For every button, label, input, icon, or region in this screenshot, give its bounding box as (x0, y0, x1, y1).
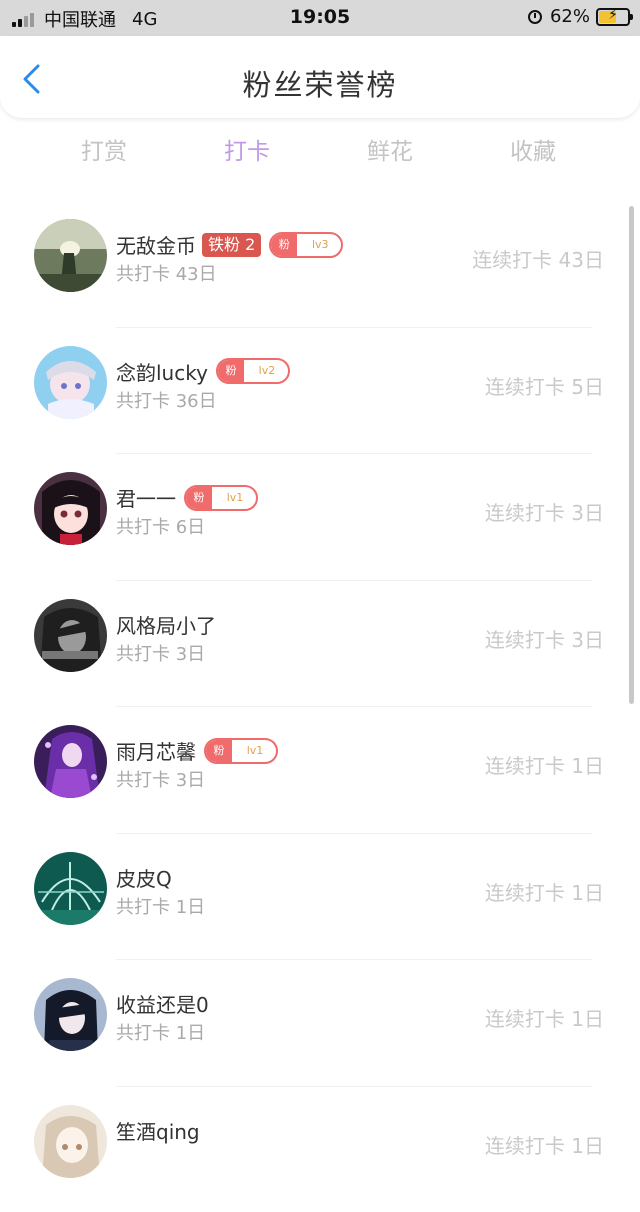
alarm-icon (527, 9, 542, 24)
list-item[interactable]: 无敌金币 铁粉 2 粉 lv3 共打卡 43日 连续打卡 43日 (0, 200, 640, 326)
name-line: 念韵lucky 粉 lv2 (116, 357, 290, 386)
user-name: 念韵lucky (116, 360, 208, 385)
iron-fan-badge: 铁粉 2 (202, 232, 262, 257)
avatar-image (34, 725, 107, 798)
total-checkins: 共打卡 1日 (116, 896, 206, 918)
avatar-image (34, 219, 107, 292)
user-name: 皮皮Q (116, 866, 172, 891)
tab-flowers[interactable]: 鲜花 (340, 132, 440, 166)
row-divider (116, 326, 592, 328)
tab-reward[interactable]: 打赏 (54, 132, 154, 166)
avatar-image (34, 851, 107, 925)
user-name: 收益还是0 (116, 993, 209, 1017)
list-item[interactable]: 念韵lucky 粉 lv2 共打卡 36日 连续打卡 5日 (0, 326, 640, 453)
name-line: 雨月芯馨粉 lv1 (116, 736, 278, 765)
avatar-image (34, 978, 107, 1051)
scrollbar[interactable] (629, 206, 634, 704)
tab-favorites[interactable]: 收藏 (483, 132, 583, 166)
total-checkins: 共打卡 43日 (116, 264, 217, 285)
user-name: 笙酒qing (116, 1119, 200, 1144)
streak-checkins: 连续打卡 1日 (484, 754, 604, 778)
total-checkins: 共打卡 3日 (116, 770, 206, 791)
streak-checkins: 连续打卡 43日 (472, 248, 604, 272)
avatar[interactable] (34, 472, 107, 545)
list-item[interactable]: 皮皮Q 共打卡 1日 连续打卡 1日 (0, 832, 640, 959)
fan-level-badge: 粉 lv3 (269, 231, 344, 258)
avatar-image (34, 472, 107, 545)
row-divider (116, 832, 592, 834)
page-title: 粉丝荣誉榜 (242, 68, 398, 102)
fan-level-badge: 粉 lv1 (184, 484, 258, 511)
list-item[interactable]: 收益还是0 共打卡 1日 连续打卡 1日 (0, 959, 640, 1085)
row-divider (116, 706, 592, 707)
row-divider (116, 453, 592, 454)
streak-checkins: 连续打卡 3日 (484, 501, 604, 525)
fan-level: lv1 (226, 490, 244, 504)
name-line: 风格局小了 (116, 610, 216, 639)
fan-level: lv3 (311, 237, 329, 251)
avatar[interactable] (34, 219, 107, 292)
fan-badge-label: 粉 (271, 233, 298, 256)
avatar[interactable] (34, 978, 107, 1051)
total-checkins: 共打卡 6日 (116, 517, 206, 538)
total-checkins: 共打卡 3日 (116, 643, 206, 665)
name-line: 君一一粉 lv1 (116, 483, 258, 512)
streak-checkins: 连续打卡 1日 (484, 1133, 604, 1158)
user-name: 风格局小了 (116, 613, 216, 638)
tab-checkin[interactable]: 打卡 (197, 132, 297, 166)
avatar[interactable] (34, 725, 107, 798)
fan-badge-label: 粉 (206, 739, 232, 762)
streak-checkins: 连续打卡 1日 (484, 1007, 604, 1031)
list-item[interactable]: 雨月芯馨粉 lv1 共打卡 3日 连续打卡 1日 (0, 706, 640, 832)
row-divider (116, 1085, 592, 1087)
fan-level-badge: 粉 lv1 (204, 737, 278, 764)
total-checkins: 共打卡 36日 (116, 390, 217, 412)
status-right: 62% ⚡ (527, 6, 633, 27)
name-line: 收益还是0 (116, 989, 209, 1018)
user-name: 无敌金币 (116, 234, 196, 258)
row-divider (116, 579, 592, 581)
user-name: 雨月芯馨 (116, 740, 196, 764)
fan-level-badge: 粉 lv2 (215, 358, 290, 384)
name-line: 无敌金币 铁粉 2 粉 lv3 (116, 230, 344, 259)
user-name: 君一一 (116, 487, 176, 511)
row-divider (116, 959, 592, 960)
avatar[interactable] (34, 851, 107, 925)
battery-percent: 62% (549, 6, 590, 27)
nav-bar: 粉丝荣誉榜 (0, 36, 640, 118)
avatar-image (34, 345, 107, 419)
avatar[interactable] (34, 1104, 107, 1178)
fan-level: lv1 (246, 743, 264, 757)
streak-checkins: 连续打卡 5日 (484, 374, 604, 399)
battery-icon: ⚡ (596, 7, 633, 26)
fan-badge-label: 粉 (217, 360, 244, 382)
avatar-image (34, 598, 107, 672)
streak-checkins: 连续打卡 1日 (484, 880, 604, 905)
avatar-image (34, 1104, 107, 1178)
streak-checkins: 连续打卡 3日 (484, 627, 604, 652)
list-item[interactable]: 笙酒qing 连续打卡 1日 (0, 1085, 640, 1212)
fan-level: lv2 (258, 364, 276, 377)
avatar[interactable] (34, 345, 107, 419)
list-item[interactable]: 君一一粉 lv1 共打卡 6日 连续打卡 3日 (0, 453, 640, 579)
name-line: 皮皮Q (116, 863, 172, 892)
fan-badge-label: 粉 (186, 486, 212, 509)
name-line: 笙酒qing (116, 1116, 200, 1145)
status-bar: 中国联通 4G 19:05 62% ⚡ (0, 0, 640, 36)
total-checkins: 共打卡 1日 (116, 1023, 206, 1044)
list-item[interactable]: 风格局小了共打卡 3日 连续打卡 3日 (0, 579, 640, 706)
tab-bar: 打赏 打卡 鲜花 收藏 (0, 132, 640, 172)
avatar[interactable] (34, 598, 107, 672)
